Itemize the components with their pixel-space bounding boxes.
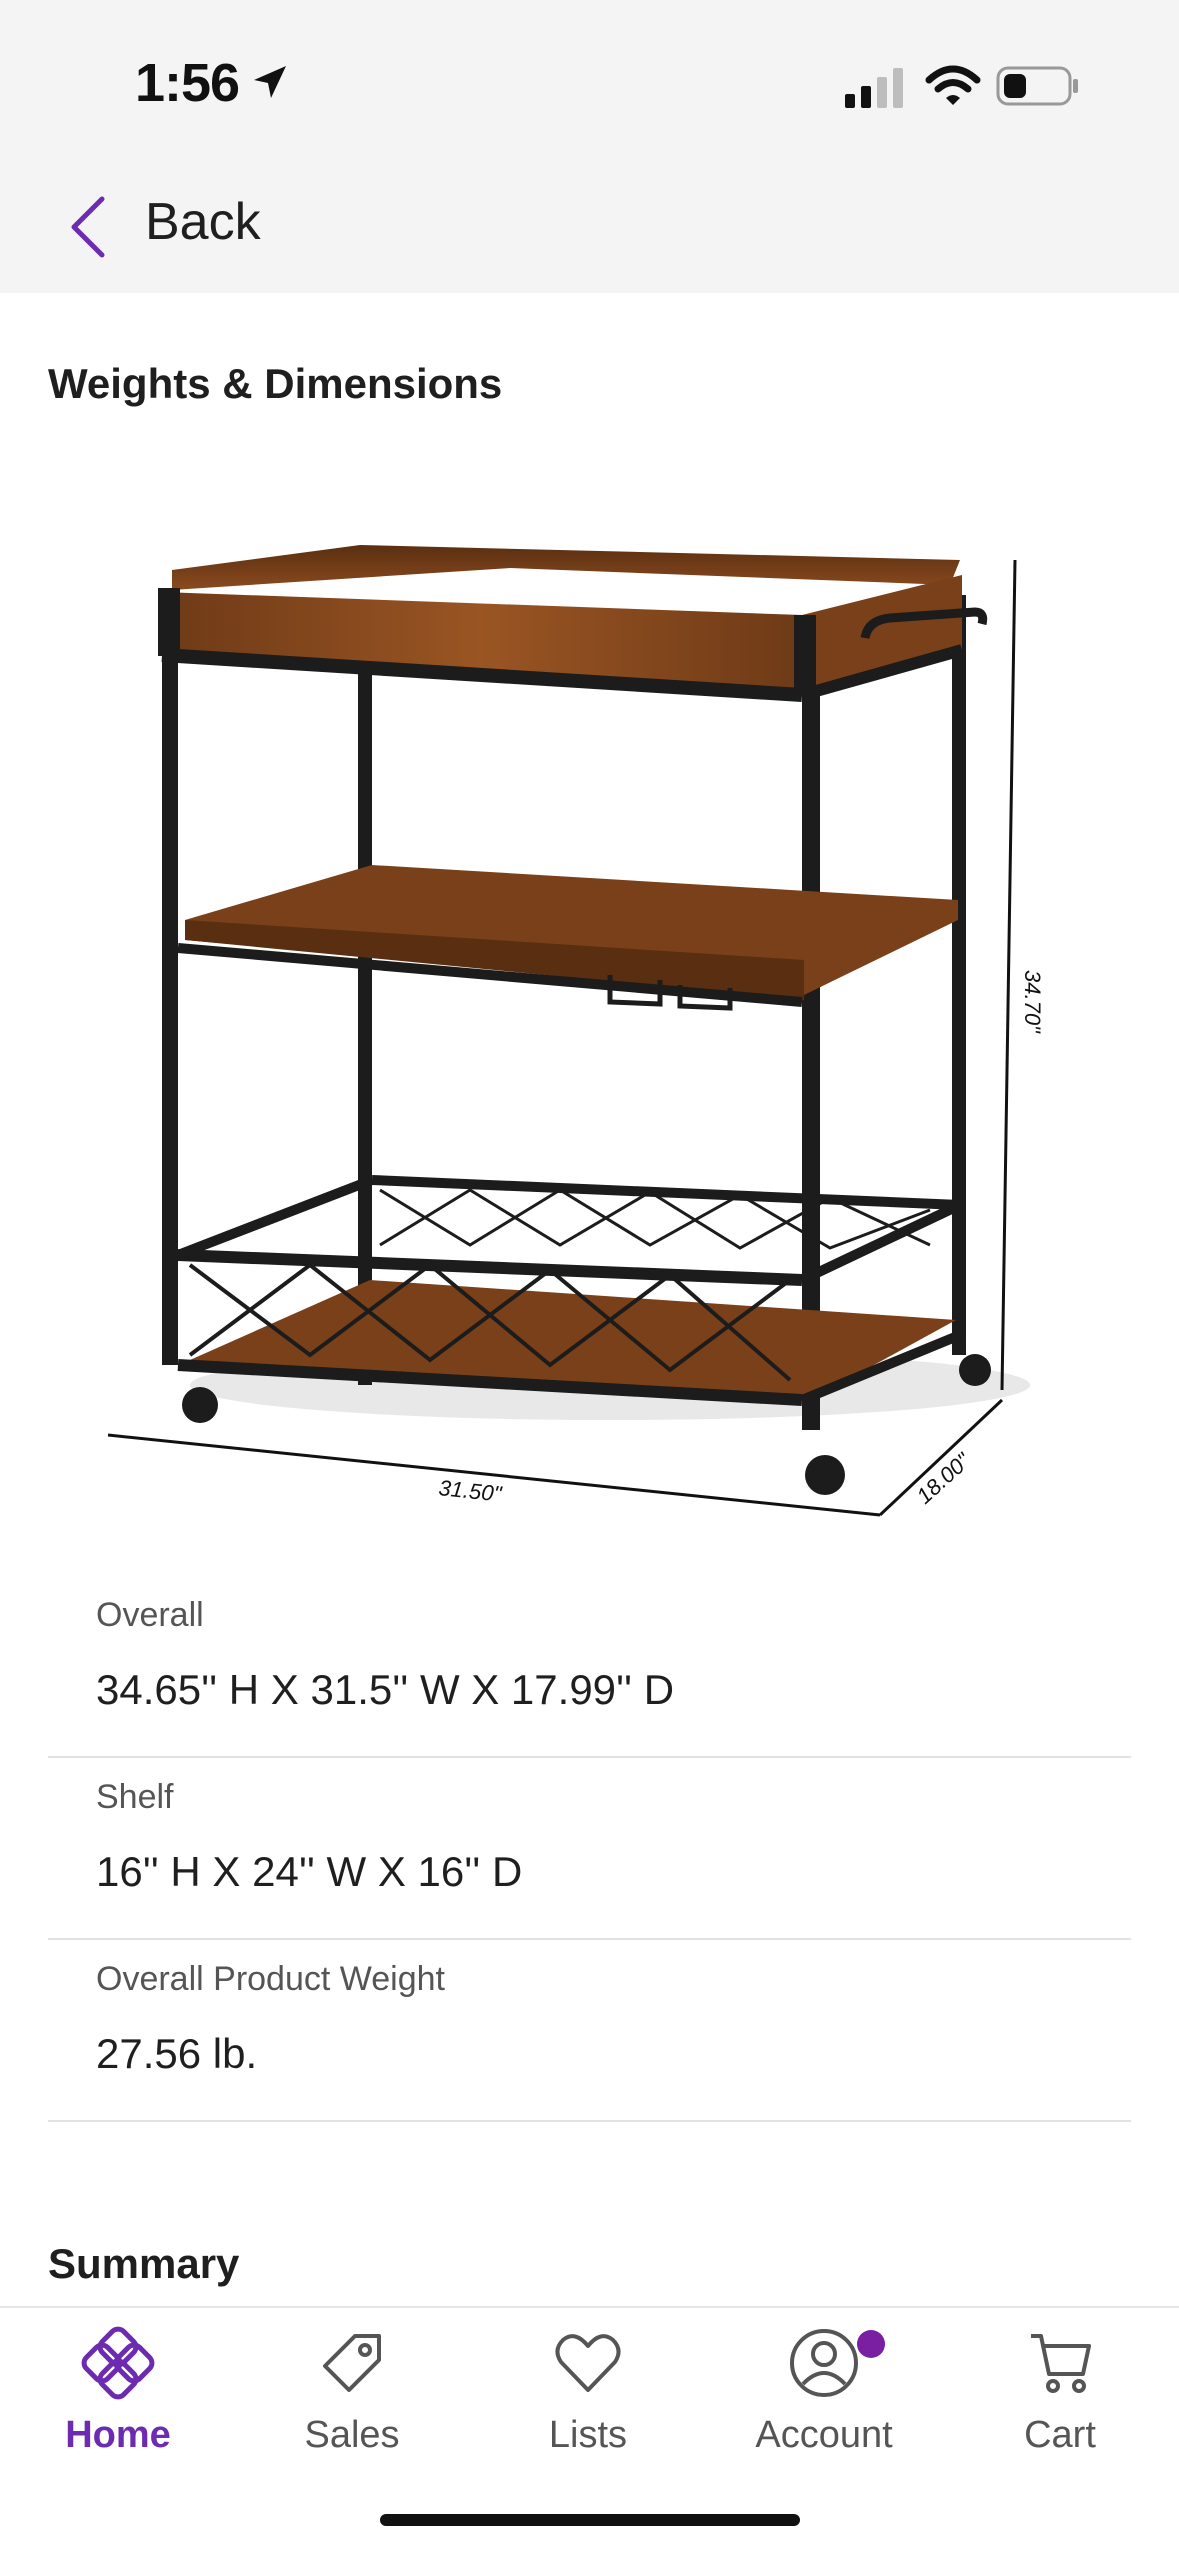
spec-row-overall: Overall 34.65'' H X 31.5'' W X 17.99'' D (48, 1576, 1131, 1758)
spec-value: 34.65'' H X 31.5'' W X 17.99'' D (96, 1666, 675, 1713)
spec-label: Overall Product Weight (96, 1960, 445, 1998)
tab-lists[interactable]: Lists (488, 2326, 688, 2466)
cellular-signal-icon (845, 68, 903, 108)
location-arrow-icon (254, 66, 286, 98)
spec-label: Overall (96, 1596, 204, 1634)
product-dimension-image[interactable]: 34.70" 31.50" 18.00" (90, 520, 1050, 1540)
back-button[interactable]: Back (145, 192, 261, 252)
weights-dimensions-title: Weights & Dimensions (48, 360, 503, 407)
spec-label: Shelf (96, 1778, 174, 1816)
tab-account[interactable]: Account (724, 2326, 924, 2466)
spec-value: 16'' H X 24'' W X 16'' D (96, 1848, 523, 1895)
dimension-width-label: 31.50" (437, 1475, 503, 1507)
spec-row-shelf: Shelf 16'' H X 24'' W X 16'' D (48, 1758, 1131, 1940)
tag-icon (323, 2334, 381, 2392)
tab-sales[interactable]: Sales (252, 2326, 452, 2466)
tab-label: Account (755, 2414, 893, 2456)
tab-home[interactable]: Home (18, 2326, 218, 2466)
tab-label: Sales (304, 2414, 400, 2456)
home-indicator[interactable] (380, 2514, 800, 2526)
tab-label: Cart (1024, 2414, 1096, 2456)
heart-icon (555, 2334, 621, 2392)
tab-label: Home (65, 2414, 171, 2456)
top-bar: 1:56 Back (0, 0, 1179, 293)
dimension-height-label: 34.70" (1020, 970, 1045, 1034)
cart-icon (1031, 2334, 1091, 2393)
account-notification-badge (857, 2330, 885, 2358)
home-icon (81, 2326, 155, 2400)
summary-title: Summary (48, 2240, 240, 2287)
wifi-icon (925, 65, 981, 105)
tab-label: Lists (548, 2414, 628, 2456)
tab-cart[interactable]: Cart (960, 2326, 1160, 2466)
account-icon (790, 2329, 858, 2397)
status-time: 1:56 (135, 53, 240, 113)
battery-icon (996, 66, 1078, 106)
spec-row-weight: Overall Product Weight 27.56 lb. (48, 1940, 1131, 2122)
spec-value: 27.56 lb. (96, 2030, 258, 2077)
back-chevron-icon[interactable] (68, 195, 108, 259)
